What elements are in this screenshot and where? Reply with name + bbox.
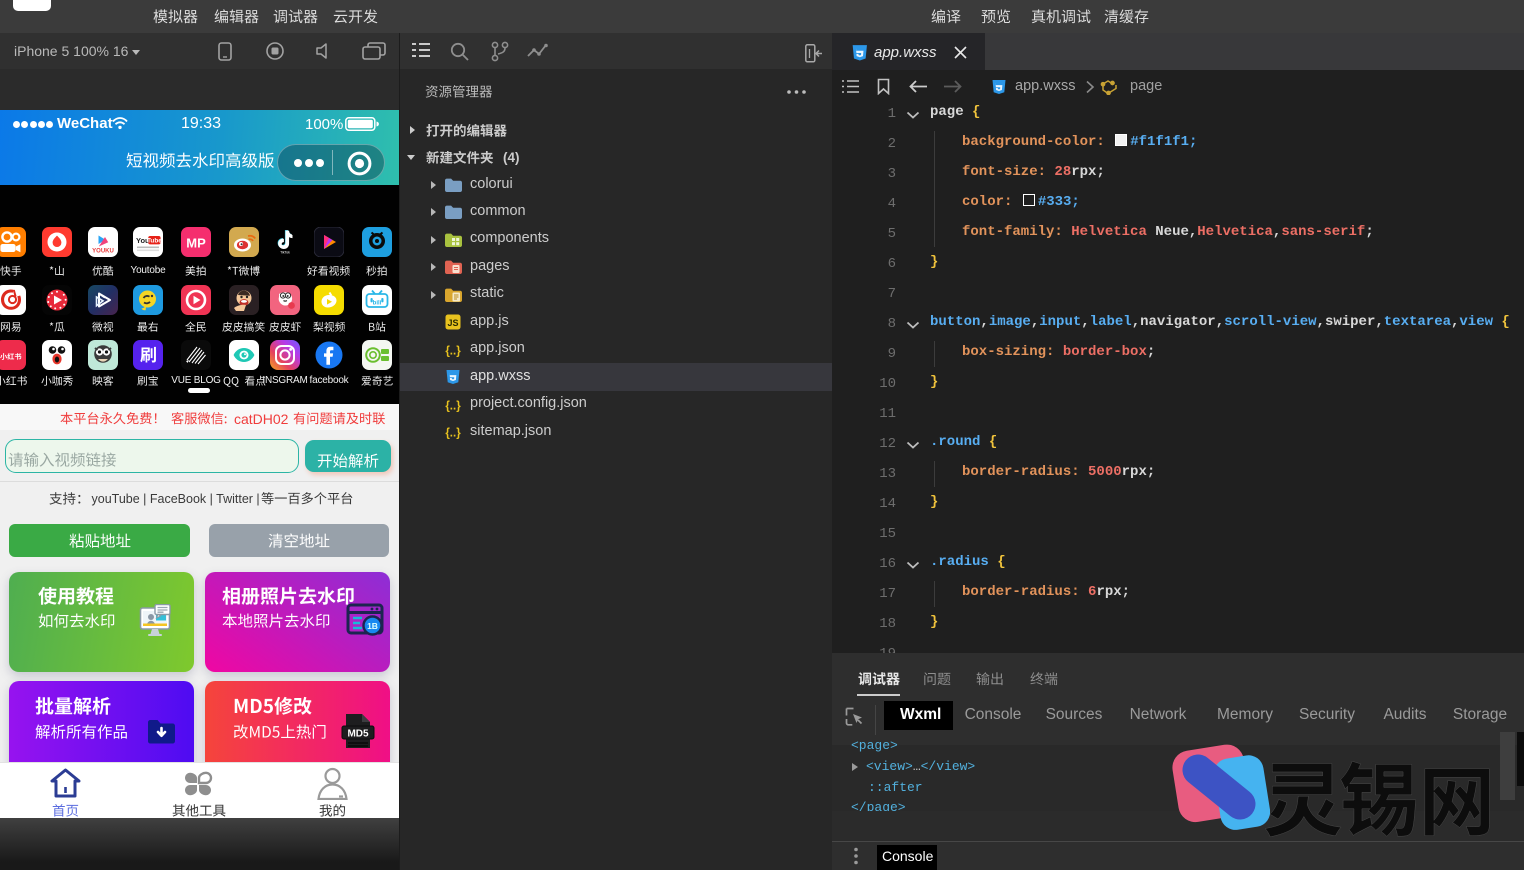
svg-text:1B: 1B [367, 621, 378, 631]
svg-text:MD5: MD5 [347, 729, 369, 740]
svg-text:bili: bili [373, 301, 382, 307]
svg-text:Tube: Tube [147, 237, 162, 244]
svg-text:{..}: {..} [445, 400, 461, 412]
svg-text:YOUKU: YOUKU [92, 249, 114, 255]
svg-text:MP: MP [186, 236, 206, 251]
svg-text:{..}: {..} [445, 428, 461, 440]
svg-text:TikTok: TikTok [280, 251, 290, 255]
svg-text:JS: JS [447, 318, 458, 328]
svg-text:{..}: {..} [445, 345, 461, 357]
